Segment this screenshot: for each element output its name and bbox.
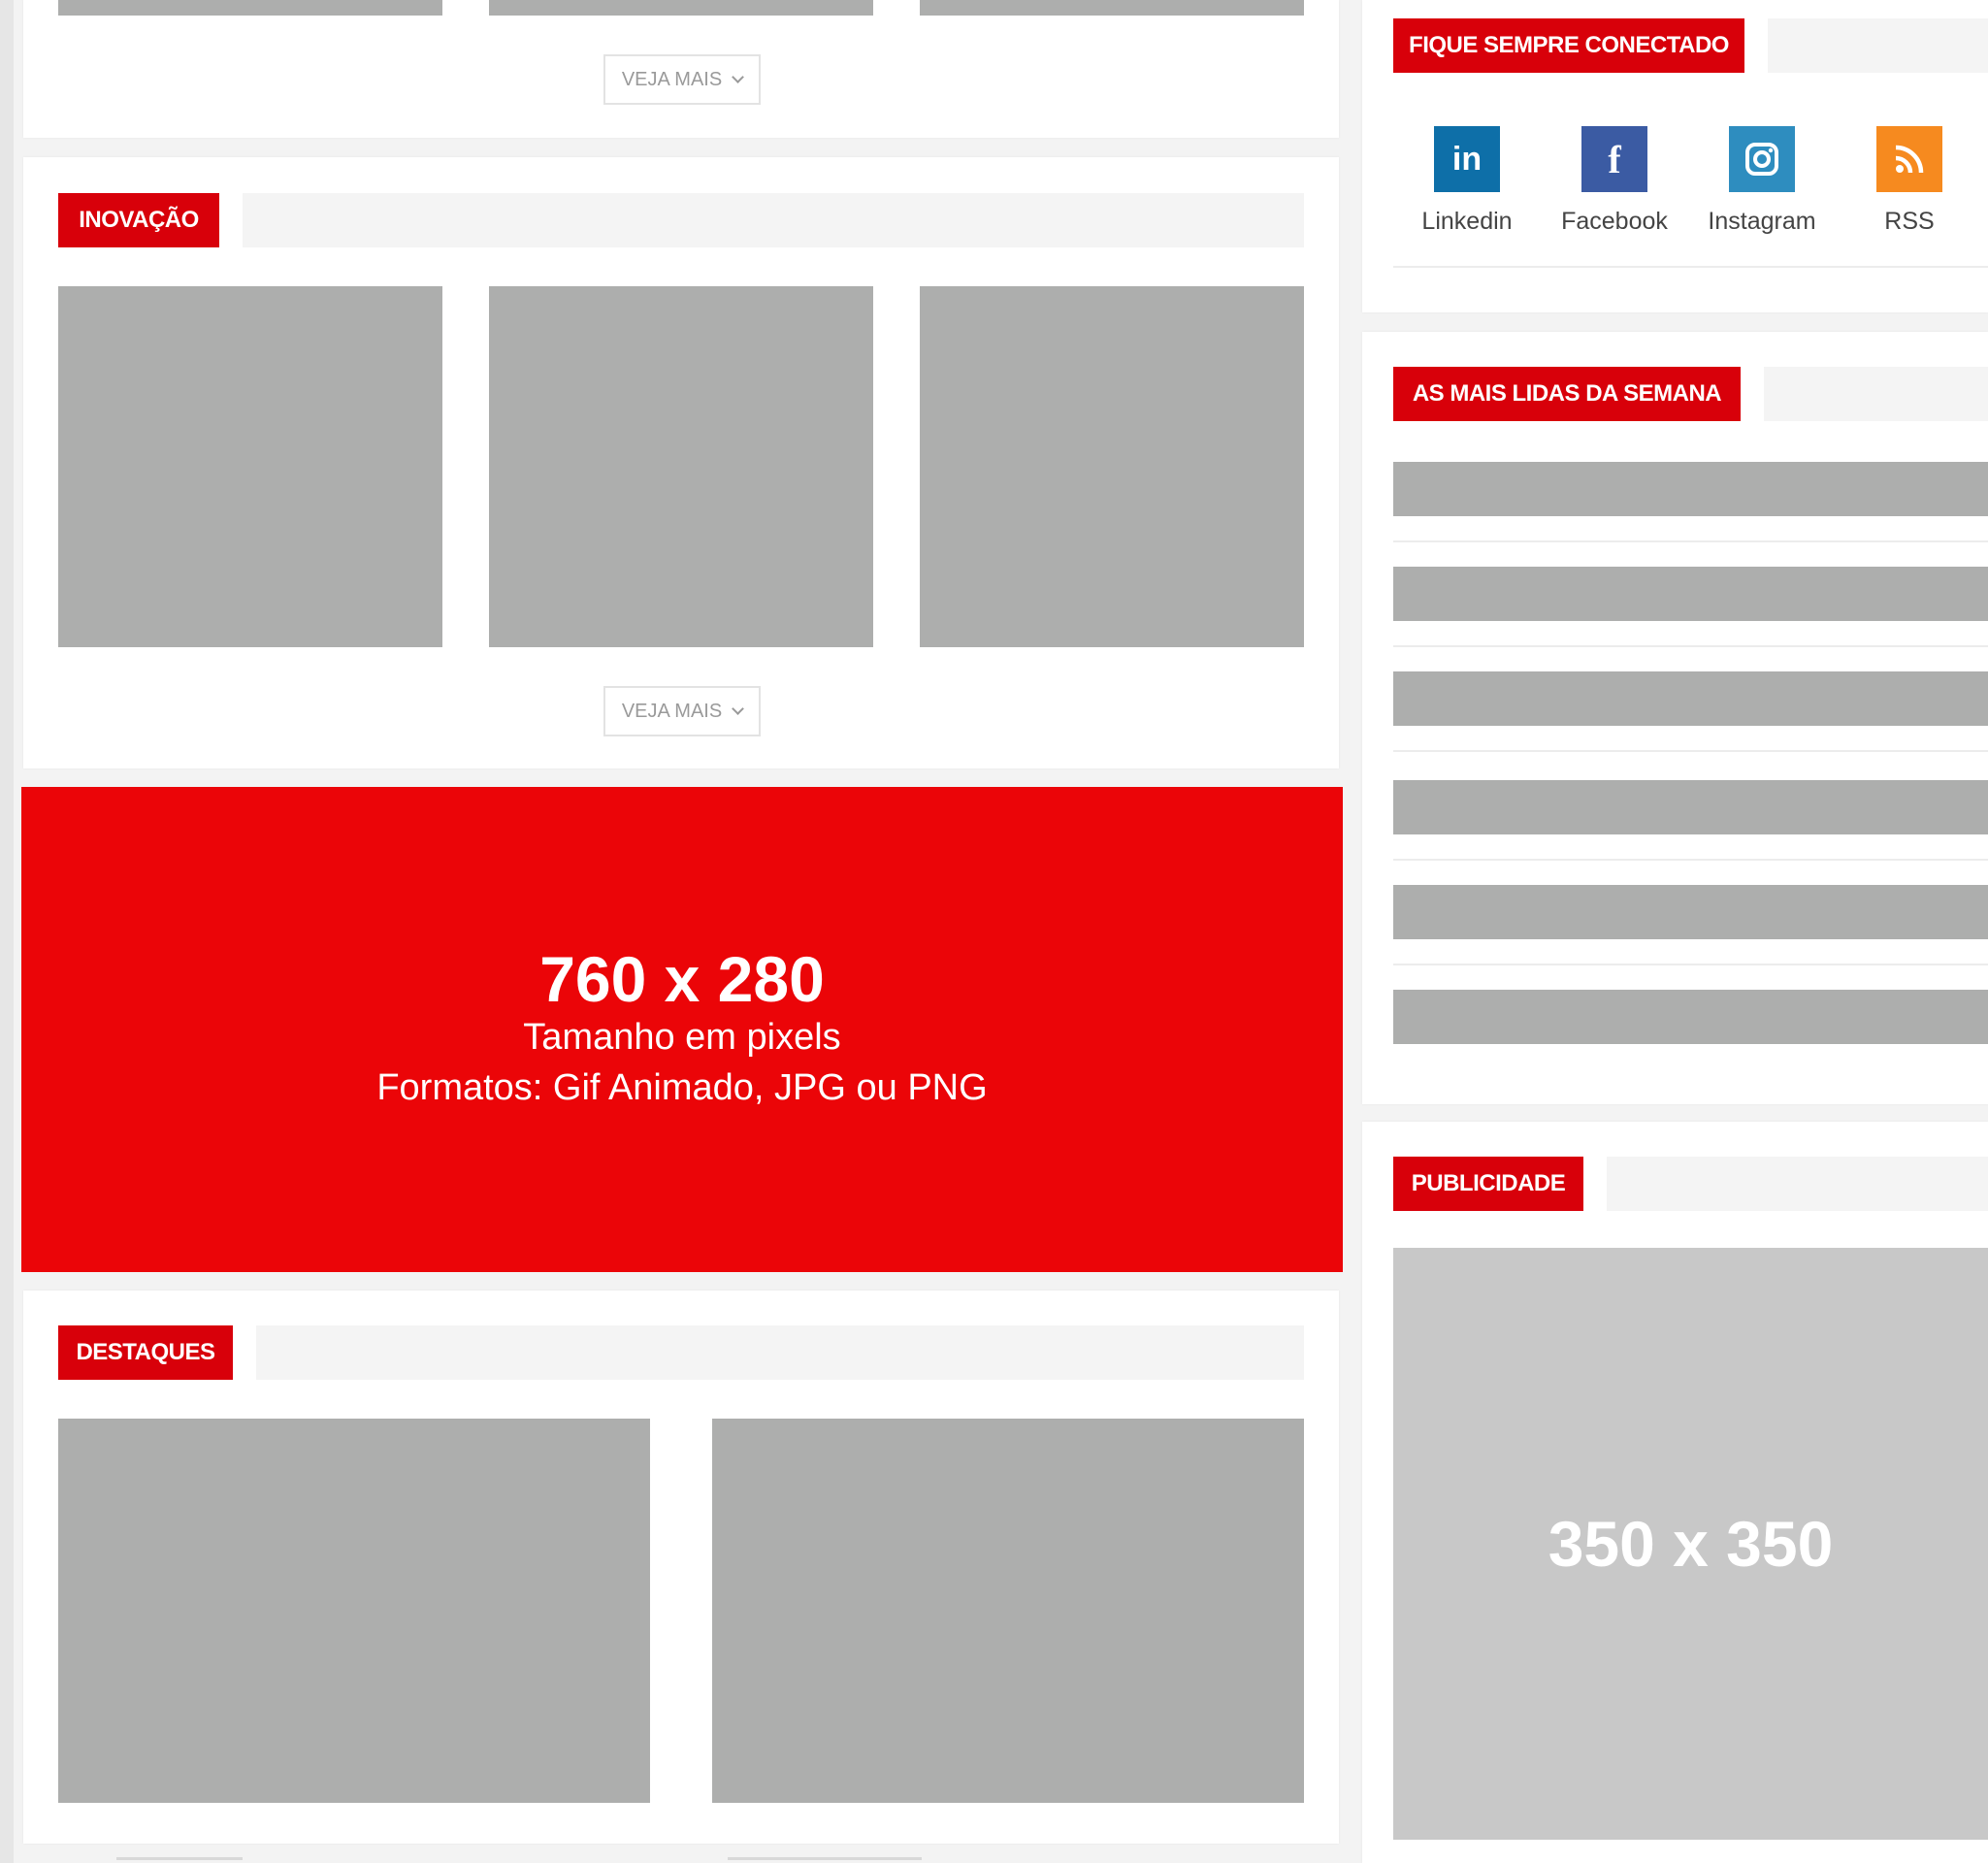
social-label: Facebook (1561, 208, 1668, 235)
most-read-item[interactable] (1393, 462, 1988, 516)
social-rss-link[interactable]: RSS (1836, 126, 1983, 252)
article-thumbnail[interactable] (489, 286, 873, 647)
chevron-down-icon (732, 702, 745, 715)
widget-title-social: FIQUE SEMPRE CONECTADO (1393, 18, 1744, 73)
section-inovacao-card: INOVAÇÃO VEJA MAIS (23, 157, 1339, 768)
widget-most-read: AS MAIS LIDAS DA SEMANA (1362, 332, 1988, 1104)
widget-ads: PUBLICIDADE 350 x 350 (1362, 1122, 1988, 1863)
list-divider (1393, 645, 1988, 647)
veja-mais-button[interactable]: VEJA MAIS (603, 686, 761, 736)
chevron-down-icon (732, 70, 745, 83)
article-thumbnail[interactable] (920, 286, 1304, 647)
veja-mais-label: VEJA MAIS (621, 700, 723, 722)
section-title-bar (243, 193, 1304, 247)
banner-ad-size: 760 x 280 (539, 943, 825, 1016)
social-facebook-link[interactable]: f Facebook (1541, 126, 1688, 252)
next-section-stub (728, 1857, 922, 1860)
rss-icon (1876, 126, 1942, 192)
social-label: Instagram (1708, 208, 1816, 235)
widget-divider (1393, 266, 1988, 268)
list-divider (1393, 750, 1988, 752)
sidebar-ad[interactable]: 350 x 350 (1393, 1248, 1988, 1840)
social-instagram-link[interactable]: Instagram (1688, 126, 1836, 252)
banner-ad-line2: Formatos: Gif Animado, JPG ou PNG (376, 1066, 988, 1108)
next-section-stub (116, 1857, 243, 1860)
article-thumbnail[interactable] (58, 286, 442, 647)
section-title-inovacao: INOVAÇÃO (58, 193, 219, 247)
banner-ad[interactable]: 760 x 280 Tamanho em pixels Formatos: Gi… (21, 787, 1343, 1272)
facebook-icon: f (1581, 126, 1647, 192)
list-divider (1393, 859, 1988, 861)
social-linkedin-link[interactable]: in Linkedin (1393, 126, 1541, 252)
section-destaques-card: DESTAQUES (23, 1291, 1339, 1844)
most-read-item[interactable] (1393, 671, 1988, 726)
social-label: Linkedin (1421, 208, 1513, 235)
list-divider (1393, 540, 1988, 542)
section-title-destaques: DESTAQUES (58, 1325, 233, 1380)
page-left-edge (0, 0, 14, 1863)
widget-title-bar (1768, 18, 1988, 73)
veja-mais-label: VEJA MAIS (621, 68, 723, 90)
linkedin-icon: in (1434, 126, 1500, 192)
banner-ad-line1: Tamanho em pixels (523, 1017, 841, 1059)
most-read-item[interactable] (1393, 885, 1988, 939)
featured-article-thumbnail[interactable] (58, 1419, 650, 1803)
widget-title-bar (1764, 367, 1988, 421)
widget-social: FIQUE SEMPRE CONECTADO in Linkedin f Fac… (1362, 0, 1988, 312)
instagram-icon (1729, 126, 1795, 192)
article-thumbnail[interactable] (489, 0, 873, 16)
featured-article-thumbnail[interactable] (712, 1419, 1304, 1803)
list-divider (1393, 964, 1988, 965)
most-read-item[interactable] (1393, 990, 1988, 1044)
sidebar-ad-size: 350 x 350 (1548, 1508, 1834, 1580)
most-read-item[interactable] (1393, 780, 1988, 834)
article-thumbnail[interactable] (920, 0, 1304, 16)
most-read-item[interactable] (1393, 567, 1988, 621)
section-top-card: VEJA MAIS (23, 0, 1339, 138)
widget-title-bar (1607, 1157, 1988, 1211)
widget-title-most-read: AS MAIS LIDAS DA SEMANA (1393, 367, 1741, 421)
widget-title-ads: PUBLICIDADE (1393, 1157, 1583, 1211)
social-label: RSS (1884, 208, 1935, 235)
article-thumbnail[interactable] (58, 0, 442, 16)
veja-mais-button[interactable]: VEJA MAIS (603, 54, 761, 105)
section-title-bar (256, 1325, 1304, 1380)
